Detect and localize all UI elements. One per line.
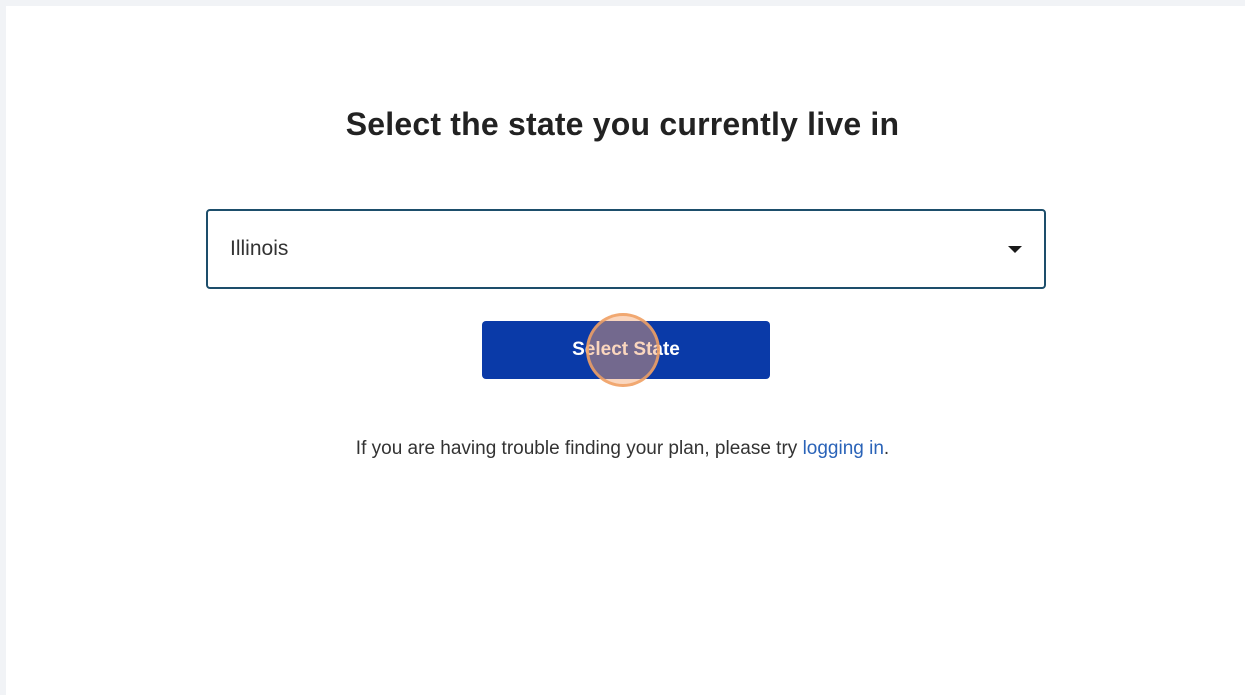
- page-title: Select the state you currently live in: [345, 106, 900, 142]
- help-message: If you are having trouble finding your p…: [0, 438, 1245, 460]
- caret-down-icon: [1008, 246, 1022, 253]
- state-select[interactable]: Illinois: [206, 209, 1046, 289]
- login-link[interactable]: logging in: [803, 438, 884, 459]
- state-select-value: Illinois: [230, 237, 289, 260]
- help-text-after: .: [883, 438, 890, 459]
- help-text-before: If you are having trouble finding your p…: [355, 438, 803, 459]
- select-state-button[interactable]: Select State: [482, 313, 770, 387]
- select-state-button-label: Select State: [572, 339, 680, 360]
